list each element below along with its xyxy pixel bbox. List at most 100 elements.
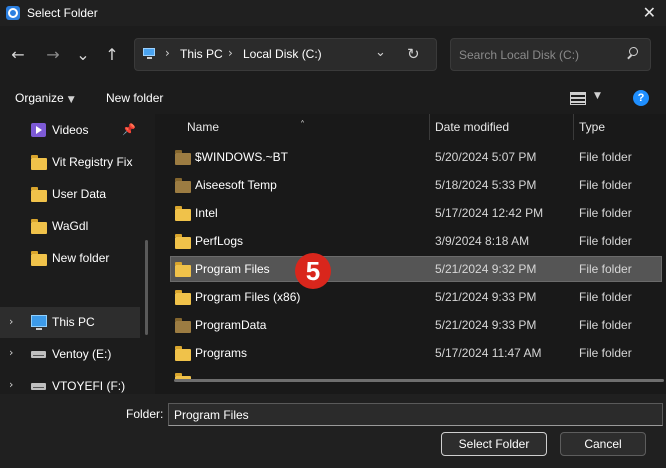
- file-name: Aiseesoft Temp: [195, 178, 277, 192]
- organize-button[interactable]: Organize ▼: [15, 91, 75, 105]
- file-list: Name ˄ Date modified Type $WINDOWS.~BT 5…: [155, 114, 666, 394]
- sidebar-item-wagdl[interactable]: WaGdl: [0, 212, 140, 240]
- file-type: File folder: [579, 234, 632, 248]
- sidebar-item-vtoyefi[interactable]: › VTOYEFI (F:): [0, 372, 140, 394]
- horizontal-scrollbar[interactable]: [174, 379, 664, 382]
- title-bar: Select Folder ✕: [0, 0, 666, 26]
- column-divider[interactable]: [573, 114, 574, 140]
- column-header-row: Name ˄ Date modified Type: [155, 114, 666, 142]
- sidebar-item-label: Videos: [52, 123, 89, 137]
- file-row[interactable]: Program Files (x86) 5/21/2024 9:33 PM Fi…: [170, 284, 662, 310]
- app-icon: [6, 6, 20, 20]
- folder-label: Folder:: [126, 407, 164, 421]
- dialog-footer: Folder: Select Folder Cancel: [0, 394, 666, 468]
- chevron-right-icon[interactable]: ›: [9, 378, 13, 391]
- column-header-type[interactable]: Type: [579, 120, 605, 134]
- chevron-right-icon[interactable]: ›: [9, 315, 13, 328]
- sidebar-item-this-pc[interactable]: › This PC: [0, 307, 140, 338]
- sidebar-item-videos[interactable]: Videos 📌: [0, 116, 140, 144]
- sidebar-item-label: New folder: [52, 251, 110, 265]
- organize-label: Organize: [15, 91, 64, 105]
- file-name: Program Files (x86): [195, 290, 301, 304]
- sidebar-item-label: This PC: [52, 315, 95, 329]
- view-options-icon[interactable]: [570, 92, 586, 105]
- file-type: File folder: [579, 150, 632, 164]
- search-input[interactable]: [459, 46, 619, 64]
- folder-icon: [31, 251, 47, 266]
- file-row[interactable]: $WINDOWS.~BT 5/20/2024 5:07 PM File fold…: [170, 144, 662, 170]
- folder-name-input[interactable]: [168, 403, 663, 426]
- file-row[interactable]: PerfLogs 3/9/2024 8:18 AM File folder: [170, 228, 662, 254]
- sidebar-item-ventoy[interactable]: › Ventoy (E:): [0, 340, 140, 368]
- caret-down-icon: ▼: [67, 95, 75, 105]
- column-header-name[interactable]: Name: [187, 120, 219, 134]
- videos-icon: [31, 123, 46, 137]
- sidebar-item-label: WaGdl: [52, 219, 89, 233]
- file-date: 5/21/2024 9:33 PM: [435, 290, 537, 304]
- drive-icon: [31, 351, 46, 358]
- sidebar-item-label: Vit Registry Fix: [52, 155, 133, 169]
- this-pc-icon: [143, 48, 157, 59]
- file-type: File folder: [579, 262, 632, 276]
- breadcrumb-local-disk[interactable]: Local Disk (C:): [243, 47, 322, 61]
- file-type: File folder: [579, 346, 632, 360]
- recent-locations-button[interactable]: ⌄: [71, 42, 95, 66]
- file-row[interactable]: Aiseesoft Temp 5/18/2024 5:33 PM File fo…: [170, 172, 662, 198]
- new-folder-button[interactable]: New folder: [106, 91, 163, 105]
- file-type: File folder: [579, 318, 632, 332]
- column-header-date[interactable]: Date modified: [435, 120, 509, 134]
- sidebar-item-new-folder[interactable]: New folder: [0, 244, 140, 272]
- select-folder-button[interactable]: Select Folder: [441, 432, 547, 456]
- cancel-button[interactable]: Cancel: [560, 432, 646, 456]
- file-date: 5/20/2024 5:07 PM: [435, 150, 537, 164]
- file-name: $WINDOWS.~BT: [195, 150, 289, 164]
- navigation-bar: ← → ⌄ ↑ › This PC › Local Disk (C:) ⌄ ↻: [0, 26, 666, 82]
- file-name: Program Files: [195, 262, 270, 276]
- folder-icon: [175, 150, 191, 165]
- command-bar: Organize ▼ New folder ▼ ?: [0, 82, 666, 114]
- address-bar[interactable]: › This PC › Local Disk (C:) ⌄ ↻: [134, 38, 437, 71]
- file-name: PerfLogs: [195, 234, 244, 248]
- chevron-down-icon[interactable]: ⌄: [375, 45, 386, 60]
- navigation-pane: Videos 📌 Vit Registry Fix User Data WaGd…: [0, 114, 146, 394]
- sidebar-scrollbar[interactable]: [145, 240, 148, 335]
- sidebar-item-label: User Data: [52, 187, 107, 201]
- file-date: 5/17/2024 12:42 PM: [435, 206, 544, 220]
- file-date: 5/17/2024 11:47 AM: [435, 346, 542, 360]
- breadcrumb-separator: ›: [228, 46, 233, 60]
- back-button[interactable]: ←: [6, 42, 30, 66]
- folder-icon: [175, 318, 191, 333]
- file-date: 5/21/2024 9:32 PM: [435, 262, 537, 276]
- sidebar-item-user-data[interactable]: User Data: [0, 180, 140, 208]
- forward-button[interactable]: →: [41, 42, 65, 66]
- sidebar-item-label: VTOYEFI (F:): [52, 379, 126, 393]
- folder-icon: [31, 219, 47, 234]
- search-box: [450, 38, 651, 71]
- window-title: Select Folder: [27, 6, 98, 20]
- drive-icon: [31, 383, 46, 390]
- up-button[interactable]: ↑: [100, 42, 124, 66]
- breadcrumb-this-pc[interactable]: This PC: [180, 47, 223, 61]
- folder-icon: [175, 290, 191, 305]
- file-row[interactable]: Programs 5/17/2024 11:47 AM File folder: [170, 340, 662, 366]
- file-type: File folder: [579, 206, 632, 220]
- file-type: File folder: [579, 290, 632, 304]
- search-icon[interactable]: [626, 47, 638, 61]
- refresh-icon[interactable]: ↻: [407, 45, 420, 63]
- caret-down-icon[interactable]: ▼: [594, 91, 601, 101]
- close-icon[interactable]: ✕: [643, 3, 656, 22]
- chevron-right-icon[interactable]: ›: [9, 346, 13, 359]
- file-date: 5/21/2024 9:33 PM: [435, 318, 537, 332]
- file-name: Intel: [195, 206, 218, 220]
- sidebar-item-vit-registry-fix[interactable]: Vit Registry Fix: [0, 148, 140, 176]
- file-name: Programs: [195, 346, 248, 360]
- file-row[interactable]: Intel 5/17/2024 12:42 PM File folder: [170, 200, 662, 226]
- folder-icon: [175, 262, 191, 277]
- this-pc-icon: [31, 315, 47, 330]
- file-row-selected[interactable]: Program Files 5/21/2024 9:32 PM File fol…: [170, 256, 662, 282]
- column-divider[interactable]: [429, 114, 430, 140]
- pin-icon[interactable]: 📌: [122, 123, 136, 136]
- file-row[interactable]: ProgramData 5/21/2024 9:33 PM File folde…: [170, 312, 662, 338]
- folder-icon: [175, 346, 191, 361]
- help-icon[interactable]: ?: [633, 90, 649, 106]
